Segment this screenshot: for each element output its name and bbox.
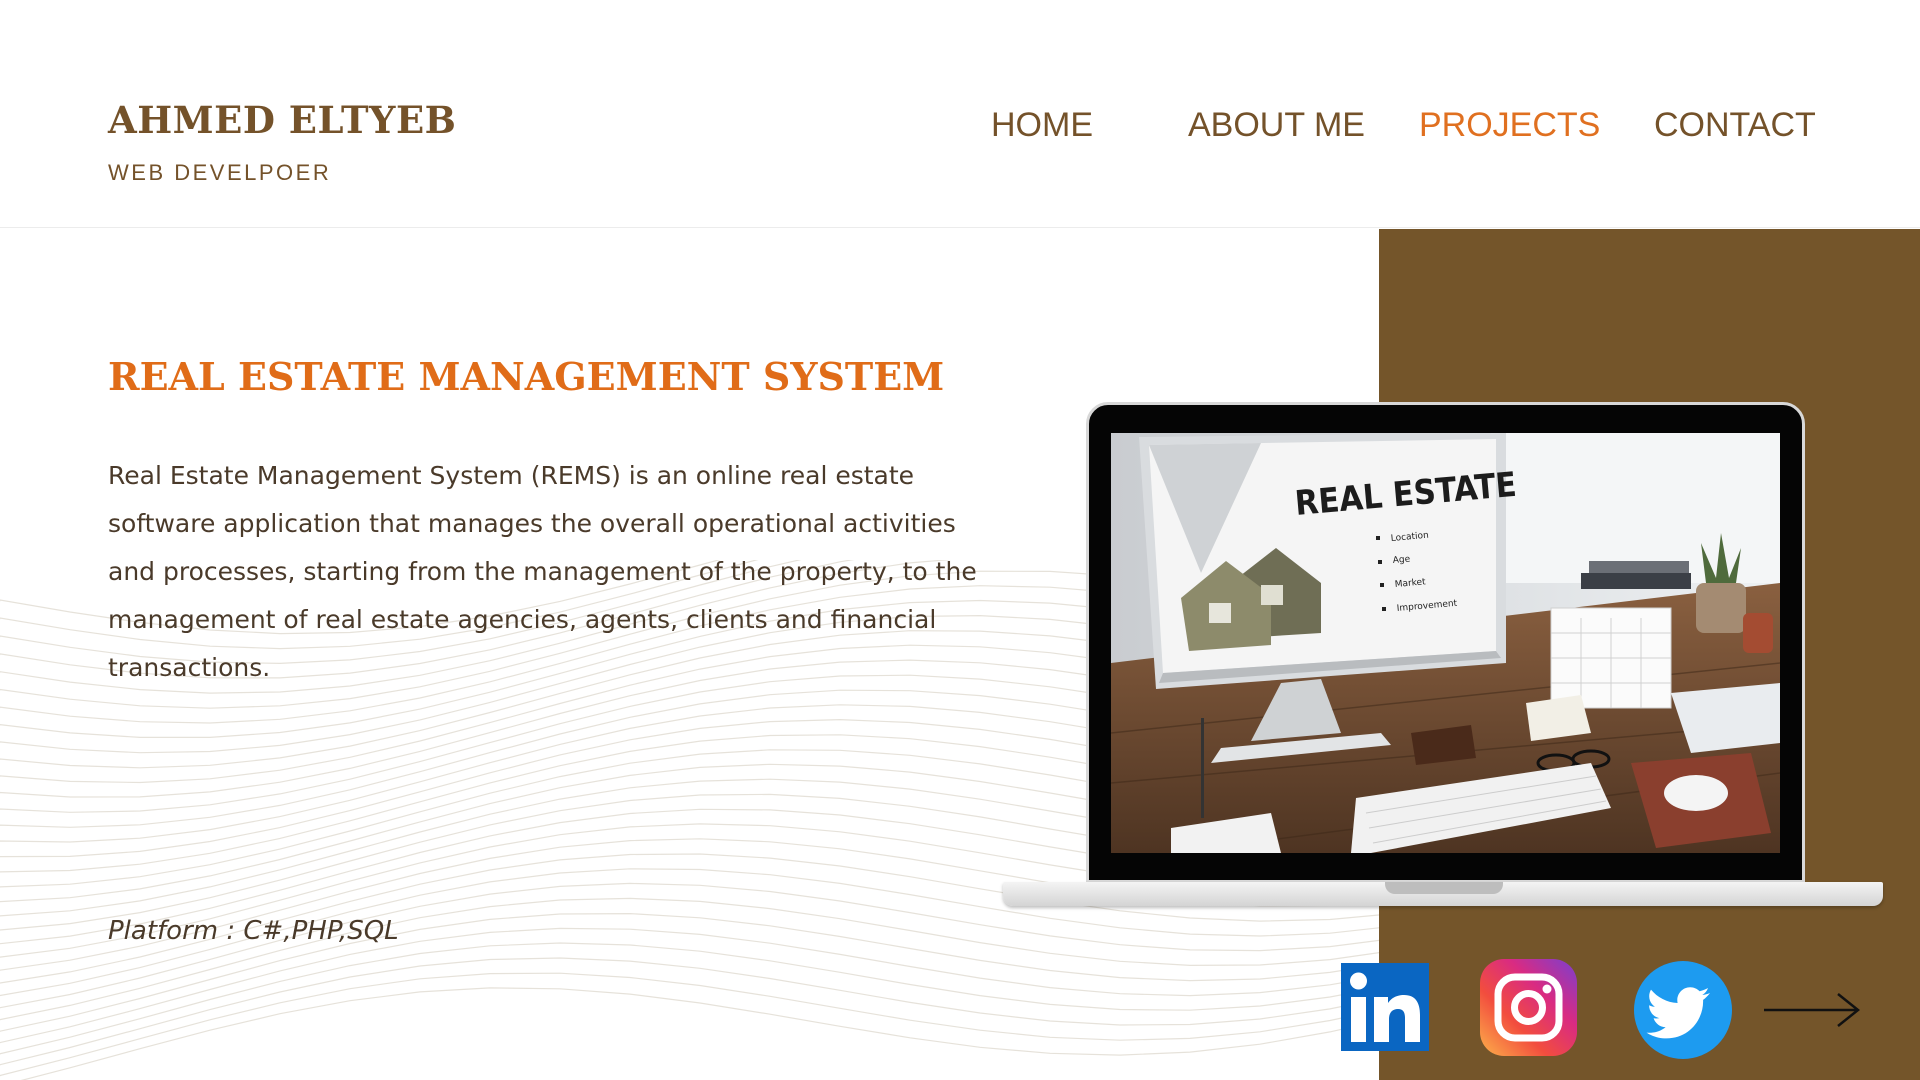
real-estate-photo: REAL ESTATE Location Age Market Improvem… <box>1111 433 1780 853</box>
wave-line <box>20 987 1380 1080</box>
brand-name: AHMED ELTYEB <box>108 98 457 142</box>
nav-projects[interactable]: PROJECTS <box>1419 106 1600 145</box>
wave-line <box>0 972 1380 1077</box>
project-screenshot: REAL ESTATE Location Age Market Improvem… <box>1111 433 1780 853</box>
brand-role: WEB DEVELPOER <box>108 160 332 185</box>
linkedin-icon[interactable] <box>1341 963 1429 1051</box>
instagram-icon[interactable] <box>1480 959 1577 1056</box>
twitter-icon[interactable] <box>1634 961 1732 1059</box>
arrow-right-icon[interactable] <box>1762 988 1862 1032</box>
laptop-lid: REAL ESTATE Location Age Market Improvem… <box>1086 402 1805 883</box>
laptop-mockup: REAL ESTATE Location Age Market Improvem… <box>1003 402 1883 908</box>
wave-line <box>0 942 1380 1055</box>
project-title: REAL ESTATE MANAGEMENT SYSTEM <box>108 354 945 399</box>
project-description: Real Estate Management System (REMS) is … <box>108 461 977 682</box>
laptop-notch <box>1385 882 1503 894</box>
site-header: AHMED ELTYEB WEB DEVELPOER HOME ABOUT ME… <box>0 0 1920 228</box>
nav-home[interactable]: HOME <box>991 106 1093 145</box>
screen-bullet-2: Age <box>1392 554 1411 566</box>
project-platform: Platform : C#,PHP,SQL <box>108 916 399 946</box>
nav-about-me[interactable]: ABOUT ME <box>1188 106 1365 145</box>
wave-line <box>0 957 1380 1066</box>
nav-contact[interactable]: CONTACT <box>1654 106 1816 145</box>
